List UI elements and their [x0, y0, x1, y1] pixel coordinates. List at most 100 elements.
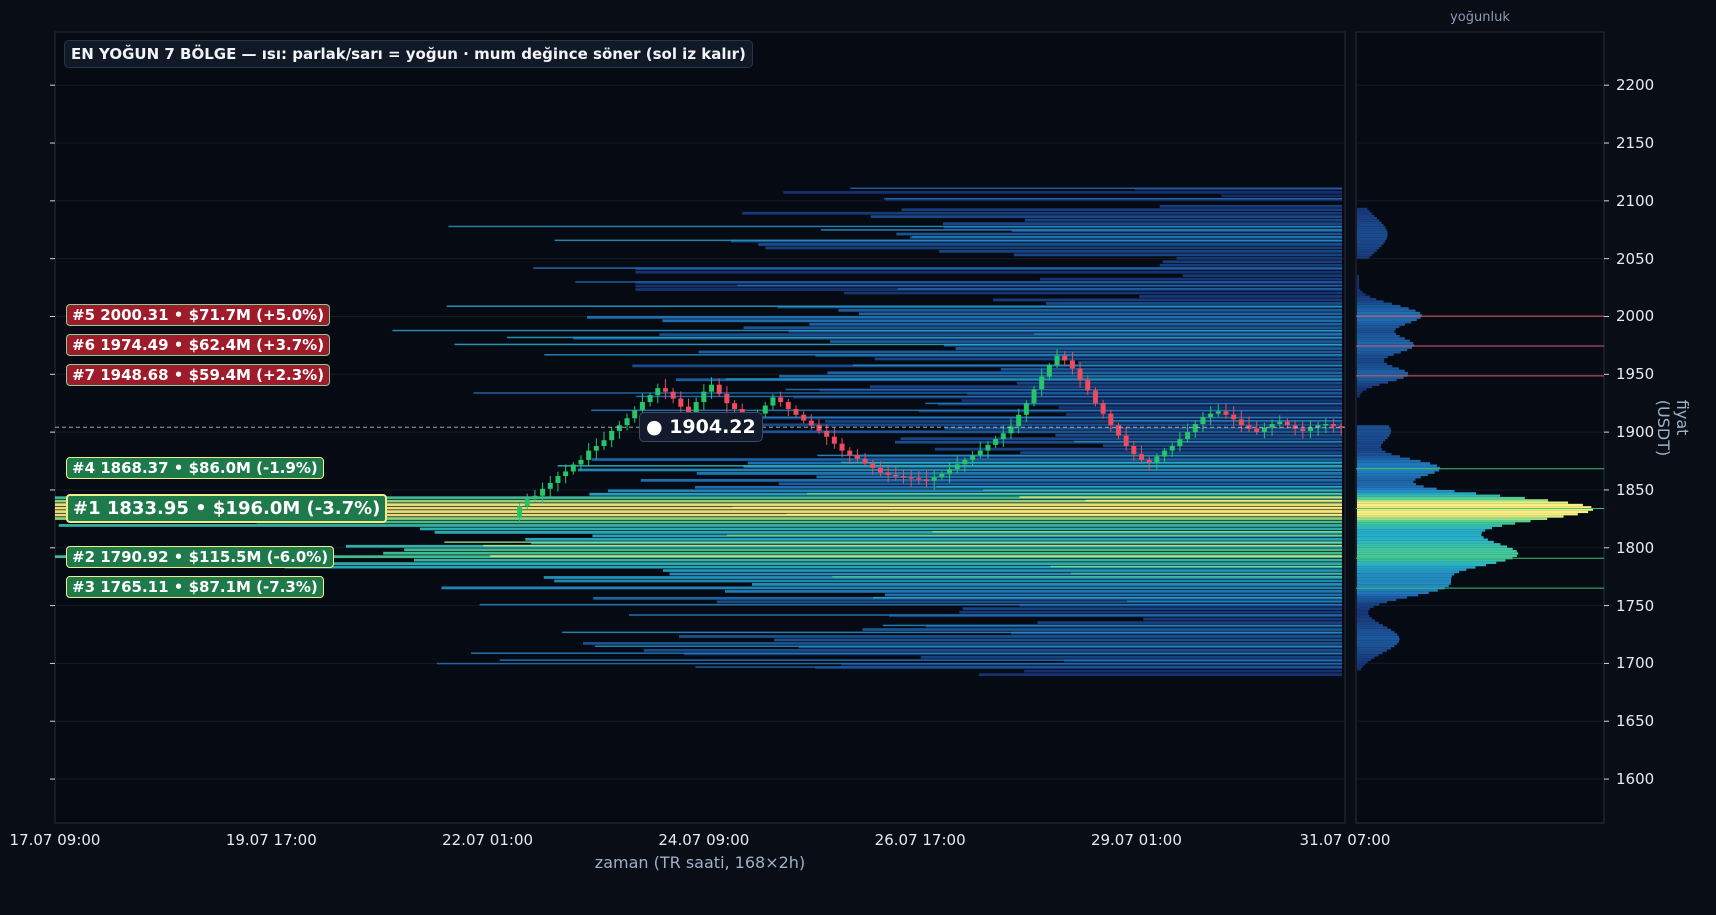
profile-bar: [1357, 494, 1501, 497]
heat-band: [1078, 361, 1342, 364]
heat-band: [955, 347, 1342, 350]
profile-bar: [1357, 452, 1392, 456]
heat-band-highlight: [594, 645, 1342, 647]
profile-bar: [1357, 392, 1361, 396]
profile-bar: [1357, 228, 1387, 231]
candle-body: [1139, 454, 1145, 460]
candle-body: [616, 425, 622, 431]
heat-band: [525, 537, 1342, 541]
heat-band-highlight: [499, 659, 1342, 661]
heat-band: [869, 385, 1342, 389]
profile-bar: [1357, 522, 1516, 525]
profile-bar: [1357, 385, 1373, 389]
profile-bar: [1357, 633, 1398, 636]
candle-body: [1323, 424, 1329, 426]
heat-band-highlight: [1050, 565, 1342, 568]
profile-bar: [1357, 237, 1387, 241]
heat-band: [1159, 204, 1342, 208]
profile-bar: [1357, 520, 1531, 523]
heat-band: [662, 319, 1342, 323]
heat-band-highlight: [562, 631, 1342, 634]
profile-bar: [1357, 219, 1380, 222]
candle-body: [1100, 403, 1106, 414]
heat-band: [884, 593, 1342, 597]
candle-body: [716, 384, 722, 394]
candle-body: [1146, 459, 1152, 463]
heat-band: [978, 673, 1342, 677]
profile-bar: [1357, 388, 1367, 391]
candle-body: [962, 459, 968, 465]
candle-body: [1069, 360, 1075, 369]
candle-body: [1016, 414, 1022, 427]
heat-band: [404, 548, 1342, 552]
x-axis-label: zaman (TR saati, 168×2h): [594, 853, 806, 872]
profile-bar: [1357, 281, 1359, 285]
heat-band-highlight: [882, 624, 1342, 627]
zone-label-4: #4 1868.37 • $86.0M (-1.9%): [66, 456, 324, 479]
zone-label-1: #1 1833.95 • $196.0M (-3.7%): [66, 493, 388, 523]
profile-bar: [1357, 448, 1383, 451]
heat-band: [959, 610, 1342, 614]
profile-bar: [1357, 328, 1396, 331]
heat-band-highlight: [1111, 419, 1342, 422]
profile-bar: [1357, 480, 1414, 484]
profile-bar: [1357, 293, 1366, 296]
profile-bar: [1357, 575, 1452, 578]
profile-bar: [1357, 478, 1416, 481]
heat-band-highlight: [785, 388, 1342, 391]
heat-band: [1176, 256, 1342, 260]
y-tick-label: 1600: [1616, 770, 1655, 789]
candle-body: [517, 506, 523, 518]
heat-band-highlight: [936, 485, 1342, 488]
profile-bar: [1357, 626, 1388, 629]
heat-band: [934, 447, 1342, 451]
profile-bar: [1357, 610, 1369, 613]
candle-body: [578, 459, 584, 465]
profile-bar: [1357, 584, 1449, 588]
heat-band: [1020, 451, 1342, 454]
profile-bar: [1357, 325, 1400, 329]
profile-bar: [1357, 355, 1388, 359]
heat-band: [920, 655, 1342, 659]
candle-body: [816, 425, 822, 431]
heat-band: [779, 374, 1342, 378]
profile-bar: [1357, 526, 1492, 530]
heat-band: [383, 551, 1343, 555]
heat-band: [1013, 253, 1342, 257]
candle-body: [732, 403, 738, 409]
x-tick-label: 29.07 01:00: [1090, 831, 1182, 849]
candle-body: [1177, 439, 1183, 447]
candle-body: [1092, 390, 1098, 404]
profile-bar: [1357, 550, 1517, 553]
profile-bar: [1357, 339, 1410, 342]
heat-band-highlight: [446, 305, 1342, 307]
profile-bar: [1357, 362, 1387, 366]
profile-plot-frame: [1355, 31, 1605, 824]
heat-band: [1037, 621, 1342, 624]
profile-bar: [1357, 302, 1392, 305]
profile-bar: [1357, 351, 1401, 354]
heat-band: [942, 222, 1342, 226]
heat-band: [663, 569, 1342, 572]
candle-body: [801, 414, 807, 421]
candle-body: [770, 397, 776, 406]
profile-bar: [1357, 607, 1371, 611]
heat-band-highlight: [695, 666, 1342, 668]
profile-bar: [1357, 427, 1391, 430]
chart-title: EN YOĞUN 7 BÖLGE — ısı: parlak/sarı = yo…: [64, 40, 753, 68]
candle-body: [877, 467, 883, 473]
heat-band-highlight: [832, 576, 1342, 578]
heat-band: [755, 423, 1342, 427]
candle-body: [655, 388, 661, 396]
profile-bar: [1357, 642, 1398, 645]
profile-bar: [1357, 371, 1409, 375]
profile-bar: [1357, 348, 1408, 352]
profile-bar: [1357, 425, 1390, 428]
profile-bar: [1357, 524, 1503, 527]
heat-band-highlight: [873, 596, 1342, 599]
candle-body: [1000, 433, 1006, 440]
heat-band-highlight: [732, 506, 1342, 509]
heat-band-highlight: [490, 555, 1342, 557]
candle-body: [908, 477, 914, 479]
candle-body: [839, 443, 845, 451]
